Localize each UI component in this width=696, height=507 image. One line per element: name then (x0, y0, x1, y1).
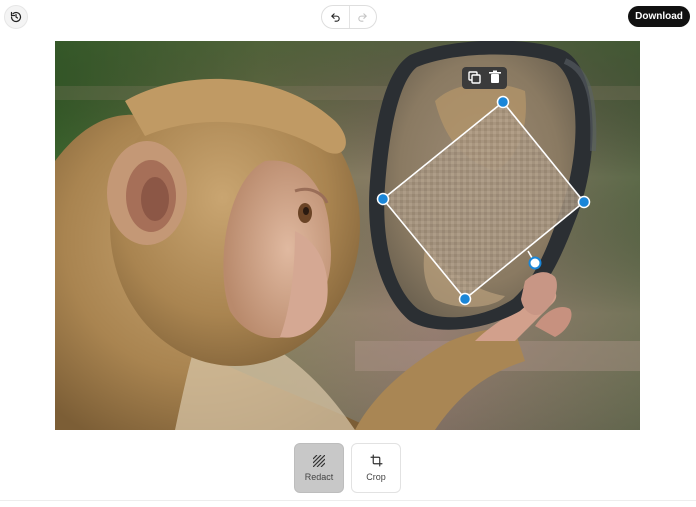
redact-tool-button[interactable]: Redact (294, 443, 344, 493)
crop-tool-button[interactable]: Crop (351, 443, 401, 493)
redact-tool-label: Redact (304, 471, 334, 482)
crop-icon (369, 454, 383, 467)
undo-icon (331, 12, 340, 22)
image-canvas[interactable] (55, 41, 640, 430)
redact-icon (313, 454, 325, 467)
monkey-photo (55, 41, 640, 430)
selection-toolbar (462, 67, 507, 89)
history-button[interactable] (4, 5, 28, 29)
redo-icon (358, 12, 367, 22)
history-icon (10, 11, 22, 23)
undo-button[interactable] (322, 6, 349, 28)
tool-bar: Redact Crop (0, 443, 696, 495)
divider (0, 500, 696, 501)
download-button[interactable]: Download (628, 6, 690, 27)
redo-button[interactable] (348, 6, 377, 28)
crop-tool-label: Crop (366, 472, 386, 482)
undo-redo-group (321, 5, 377, 29)
top-bar: Download (0, 0, 696, 34)
